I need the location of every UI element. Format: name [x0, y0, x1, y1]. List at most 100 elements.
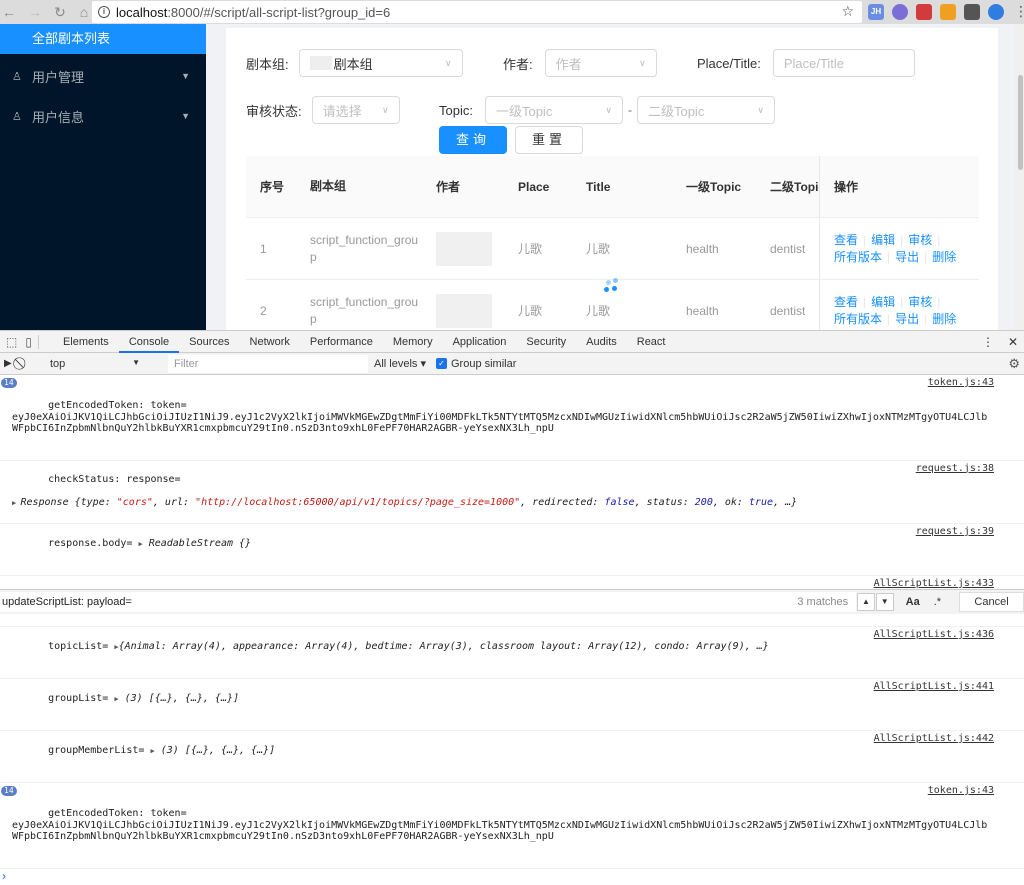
page-scrollbar[interactable] — [1014, 24, 1024, 330]
extension-icon[interactable] — [940, 3, 956, 20]
review-link[interactable]: 审核 — [908, 233, 932, 247]
place-title-input[interactable]: Place/Title — [772, 49, 915, 77]
tab-performance[interactable]: Performance — [300, 331, 383, 353]
review-status-select[interactable]: 请选择 ∨ — [311, 96, 400, 124]
all-versions-link[interactable]: 所有版本 — [834, 312, 882, 326]
tab-console[interactable]: Console — [118, 331, 180, 353]
sidebar-item-user-management[interactable]: ♙ 用户管理 ▼ — [0, 58, 206, 94]
table-header: 序号 剧本组 作者 Place Title 一级Topic 二级Topic 操作 — [246, 156, 979, 218]
object-preview[interactable]: ReadableStream {} — [149, 538, 251, 549]
object-preview[interactable]: {Animal: Array(4), appearance: Array(4),… — [119, 641, 769, 652]
column-header: Place — [518, 179, 550, 194]
browser-menu-icon[interactable]: ⋮ — [1014, 3, 1024, 20]
extension-jh-icon[interactable]: JH — [868, 3, 884, 20]
response-object[interactable]: Response {type: "cors", url: "http://loc… — [20, 497, 797, 508]
tab-audits[interactable]: Audits — [576, 331, 627, 353]
expand-triangle-icon[interactable]: ▶ — [114, 695, 118, 703]
source-link[interactable]: AllScriptList.js:441 — [874, 681, 994, 693]
qr-code-extension-icon[interactable] — [964, 3, 980, 20]
expand-triangle-icon[interactable]: ▶ — [150, 747, 154, 755]
group-select[interactable]: 剧本组 ∨ — [298, 49, 463, 77]
address-bar[interactable]: i localhost:8000/#/script/all-script-lis… — [92, 1, 862, 23]
export-link[interactable]: 导出 — [895, 312, 919, 326]
all-versions-link[interactable]: 所有版本 — [834, 250, 882, 264]
context-select[interactable]: top ▼ — [0, 358, 150, 370]
cancel-search-button[interactable]: Cancel — [959, 592, 1024, 612]
devtools-menu-icon[interactable]: ⋮ — [982, 335, 994, 349]
log-levels-select[interactable]: All levels ▾ — [374, 357, 426, 370]
source-link[interactable]: token.js:43 — [928, 785, 994, 797]
chevron-down-icon: ▼ — [181, 111, 190, 121]
device-toolbar-icon[interactable]: ▯ — [25, 335, 32, 349]
browser-toolbar: ← → ↻ ⌂ i localhost:8000/#/script/all-sc… — [0, 0, 1024, 24]
tab-security[interactable]: Security — [516, 331, 576, 353]
view-link[interactable]: 查看 — [834, 233, 858, 247]
cell-topic2: dentist — [770, 303, 806, 318]
extension-icon[interactable] — [892, 3, 908, 20]
tab-elements[interactable]: Elements — [53, 331, 119, 353]
edit-link[interactable]: 编辑 — [871, 295, 895, 309]
reset-button[interactable]: 重置 — [515, 126, 584, 154]
previous-match-button[interactable]: ▲ — [857, 593, 875, 611]
gear-icon[interactable]: ⚙ — [1008, 356, 1020, 372]
source-link[interactable]: AllScriptList.js:436 — [874, 629, 994, 641]
source-link[interactable]: AllScriptList.js:433 — [874, 578, 994, 590]
place-title-placeholder: Place/Title — [783, 55, 845, 71]
message-text: groupList= — [48, 692, 109, 704]
message-text: checkStatus: response= — [48, 474, 181, 485]
chevron-down-icon: ∨ — [605, 104, 612, 115]
expand-triangle-icon[interactable]: ▶ — [138, 540, 142, 548]
extension-icon[interactable] — [988, 3, 1004, 20]
console-message: groupList= ▶ (3) [{…}, {…}, {…}] AllScri… — [0, 679, 1024, 731]
source-link[interactable]: request.js:38 — [916, 463, 994, 475]
object-preview[interactable]: (3) [{…}, {…}, {…}] — [125, 693, 239, 704]
view-link[interactable]: 查看 — [834, 295, 858, 309]
page-scrollbar-thumb[interactable] — [1018, 75, 1023, 170]
tab-react[interactable]: React — [627, 331, 676, 353]
bookmark-star-icon[interactable]: ☆ — [841, 3, 854, 20]
topic1-select[interactable]: 一级Topic ∨ — [484, 96, 623, 124]
tab-network[interactable]: Network — [240, 331, 300, 353]
inspect-element-icon[interactable]: ⬚ — [6, 335, 17, 349]
object-preview[interactable]: (3) [{…}, {…}, {…}] — [161, 745, 275, 756]
back-icon[interactable]: ← — [2, 4, 16, 20]
source-link[interactable]: request.js:39 — [916, 526, 994, 538]
author-select[interactable]: 作者 ∨ — [544, 49, 657, 77]
group-similar-checkbox[interactable]: ✓ Group similar — [435, 358, 516, 370]
cell-index: 1 — [260, 241, 267, 256]
reload-icon[interactable]: ↻ — [54, 4, 66, 21]
console-message: groupMemberList= ▶ (3) [{…}, {…}, {…}] A… — [0, 731, 1024, 783]
delete-link[interactable]: 删除 — [932, 250, 956, 264]
cell-place: 儿歌 — [518, 304, 543, 318]
message-text: topicList= — [48, 640, 109, 652]
user-icon: ♙ — [12, 110, 22, 123]
delete-link[interactable]: 删除 — [932, 312, 956, 326]
extensions-bar: JH ⋮ — [868, 3, 1024, 20]
extension-icon[interactable] — [916, 3, 932, 20]
export-link[interactable]: 导出 — [895, 250, 919, 264]
tab-application[interactable]: Application — [443, 331, 517, 353]
review-link[interactable]: 审核 — [908, 295, 932, 309]
forward-icon[interactable]: → — [28, 4, 42, 20]
source-link[interactable]: AllScriptList.js:442 — [874, 733, 994, 745]
console-filter-input[interactable]: Filter — [168, 354, 368, 373]
console-message: checkStatus: response= request.js:38 ▶ R… — [0, 461, 1024, 524]
edit-link[interactable]: 编辑 — [871, 233, 895, 247]
sidebar-item-user-info[interactable]: ♙ 用户信息 ▼ — [0, 98, 206, 134]
column-header: 一级Topic — [686, 180, 742, 194]
home-icon[interactable]: ⌂ — [78, 4, 90, 20]
console-search-input[interactable]: updateScriptList: payload= 3 matches — [0, 592, 857, 612]
tab-sources[interactable]: Sources — [179, 331, 239, 353]
topic2-select[interactable]: 二级Topic ∨ — [636, 96, 775, 124]
console-prompt[interactable]: › — [0, 869, 1024, 885]
next-match-button[interactable]: ▼ — [875, 593, 894, 611]
tab-memory[interactable]: Memory — [383, 331, 443, 353]
query-button[interactable]: 查询 — [439, 126, 508, 154]
source-link[interactable]: token.js:43 — [928, 377, 994, 389]
regex-toggle[interactable]: .* — [934, 596, 941, 608]
info-icon[interactable]: i — [98, 6, 110, 18]
match-case-toggle[interactable]: Aa — [906, 596, 920, 608]
sidebar-item-all-scripts[interactable]: 全部剧本列表 — [0, 24, 206, 54]
close-icon[interactable]: ✕ — [1008, 335, 1018, 349]
group-select-value: 剧本组 — [333, 56, 373, 72]
